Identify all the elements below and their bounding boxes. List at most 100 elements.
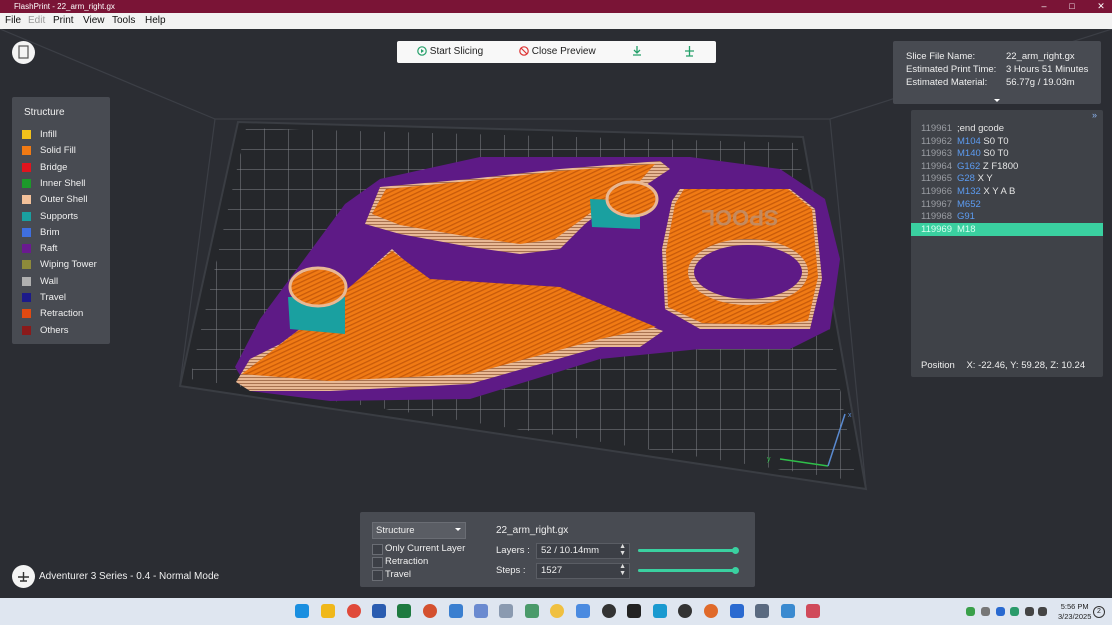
collapse-gcode-button[interactable]: » xyxy=(1092,110,1097,120)
slice-file-name-value: 22_arm_right.gx xyxy=(1006,51,1075,62)
menu-print[interactable]: Print xyxy=(53,15,74,26)
close-button[interactable]: ✕ xyxy=(1090,0,1112,13)
layers-slider[interactable] xyxy=(638,547,739,554)
app-icon-4[interactable] xyxy=(704,604,718,618)
gcode-line[interactable]: 119966 M132 X Y A B xyxy=(911,185,1103,198)
weather-icon[interactable] xyxy=(550,604,564,618)
layers-value: 52 / 10.14mm xyxy=(541,545,600,556)
gcode-line[interactable]: 119963 M140 S0 T0 xyxy=(911,147,1103,160)
photos-icon[interactable] xyxy=(525,604,539,618)
print-time-value: 3 Hours 51 Minutes xyxy=(1006,64,1089,75)
volume-icon[interactable] xyxy=(1038,607,1047,616)
legend-swatch xyxy=(22,130,31,139)
flashprint-icon[interactable] xyxy=(627,604,641,618)
gcode-line[interactable]: 119964 G162 Z F1800 xyxy=(911,160,1103,173)
legend-swatch xyxy=(22,244,31,254)
print-time-label: Estimated Print Time: xyxy=(906,64,997,75)
chevron-down-icon[interactable] xyxy=(993,98,1001,103)
gcode-arguments: X Y xyxy=(974,173,993,185)
travel-label: Travel xyxy=(385,569,412,580)
notification-badge[interactable]: 2 xyxy=(1093,606,1105,618)
printer-button[interactable] xyxy=(12,565,35,588)
tray-app-icon-2[interactable] xyxy=(1010,607,1019,616)
start-slicing-button[interactable]: Start Slicing xyxy=(417,41,483,63)
gcode-arguments: S0 T0 xyxy=(980,135,1009,147)
export-button[interactable] xyxy=(631,41,643,63)
send-to-printer-button[interactable] xyxy=(683,41,696,63)
layers-label: Layers : xyxy=(496,545,530,556)
steps-spinbox[interactable]: 1527 ▲ ▼ xyxy=(536,563,630,579)
gcode-line-number: 119966 xyxy=(921,186,952,197)
legend-swatch xyxy=(22,260,31,270)
gcode-command: G28 xyxy=(957,173,975,185)
gcode-line-number: 119961 xyxy=(921,123,952,134)
tray-app-icon[interactable] xyxy=(966,607,975,616)
gcode-line[interactable]: 119965 G28 X Y xyxy=(911,172,1103,185)
layers-spin-arrows-icon[interactable]: ▲ ▼ xyxy=(619,543,626,557)
edge-icon[interactable] xyxy=(576,604,590,618)
file-explorer-icon[interactable] xyxy=(321,604,335,618)
minimize-button[interactable]: – xyxy=(1033,0,1055,13)
menu-tools[interactable]: Tools xyxy=(112,15,135,26)
legend-label: Others xyxy=(40,324,69,336)
view-mode-select[interactable]: Structure xyxy=(372,522,466,539)
legend-swatch xyxy=(22,146,31,156)
gcode-command: M132 xyxy=(957,186,981,197)
excel-icon[interactable] xyxy=(397,604,411,618)
notepad-icon[interactable] xyxy=(449,604,463,618)
steps-spin-arrows-icon[interactable]: ▲ ▼ xyxy=(619,563,626,577)
app-icon-1[interactable] xyxy=(602,604,616,618)
calculator-icon[interactable] xyxy=(474,604,488,618)
layers-slider-handle[interactable] xyxy=(732,547,739,554)
legend-swatch xyxy=(22,211,31,221)
camera-icon[interactable] xyxy=(499,604,513,618)
document-button[interactable] xyxy=(12,41,35,64)
layers-spinbox[interactable]: 52 / 10.14mm ▲ ▼ xyxy=(536,543,630,559)
svg-text:x: x xyxy=(848,412,852,419)
start-menu-icon[interactable] xyxy=(295,604,309,618)
legend-swatch xyxy=(22,195,31,205)
gcode-line-text: G91 xyxy=(957,210,975,223)
gcode-line[interactable]: 119968 G91 xyxy=(911,210,1103,223)
gcode-line[interactable]: 119961 ;end gcode xyxy=(911,122,1103,135)
clock-date: 3/23/2025 xyxy=(1058,612,1092,621)
app-icon-6[interactable] xyxy=(781,604,795,618)
menu-file[interactable]: File xyxy=(5,15,21,26)
menu-help[interactable]: Help xyxy=(145,15,166,26)
gcode-line-number: 119965 xyxy=(921,173,952,185)
bluetooth-icon[interactable] xyxy=(996,607,1005,616)
chrome-icon[interactable] xyxy=(347,604,361,618)
maximize-button[interactable]: □ xyxy=(1061,0,1083,13)
gcode-line[interactable]: 119962 M104 S0 T0 xyxy=(911,135,1103,148)
gcode-line[interactable]: 119967 M652 xyxy=(911,198,1103,211)
gcode-line-number: 119963 xyxy=(921,148,952,160)
steps-slider-handle[interactable] xyxy=(732,567,739,574)
legend-label: Travel xyxy=(40,292,67,303)
close-preview-button[interactable]: Close Preview xyxy=(519,41,596,63)
app-icon-3[interactable] xyxy=(678,604,692,618)
word-icon[interactable] xyxy=(372,604,386,618)
gcode-line[interactable]: 119969 M18 xyxy=(911,222,1103,236)
app-icon-2[interactable] xyxy=(653,604,667,618)
tray-chevron-icon[interactable] xyxy=(981,607,990,616)
gcode-line-text: G28 X Y xyxy=(957,172,993,185)
structure-legend: Structure Infill Solid Fill Bridge Inner Sh… xyxy=(12,97,110,344)
wifi-icon[interactable] xyxy=(1025,607,1034,616)
menu-edit[interactable]: Edit xyxy=(28,15,45,26)
legend-swatch xyxy=(22,309,31,319)
app-icon-5[interactable] xyxy=(730,604,744,618)
windows-taskbar: 5:56 PM 3/23/2025 2 xyxy=(0,598,1112,625)
no-entry-icon xyxy=(519,46,529,57)
clock[interactable]: 5:56 PM 3/23/2025 xyxy=(1058,602,1091,622)
legend-swatch xyxy=(22,276,31,286)
gcode-line-text: M140 S0 T0 xyxy=(957,147,1009,160)
steps-slider[interactable] xyxy=(638,567,739,574)
legend-label: Outer Shell xyxy=(40,194,88,206)
gcode-line-number: 119968 xyxy=(921,211,952,223)
powerpoint-icon[interactable] xyxy=(423,604,437,618)
settings-icon[interactable] xyxy=(755,604,769,618)
menu-view[interactable]: View xyxy=(83,15,105,26)
app-icon-7[interactable] xyxy=(806,604,820,618)
gcode-command: G162 xyxy=(957,160,981,172)
gcode-line-text: G162 Z F1800 xyxy=(957,160,1018,173)
